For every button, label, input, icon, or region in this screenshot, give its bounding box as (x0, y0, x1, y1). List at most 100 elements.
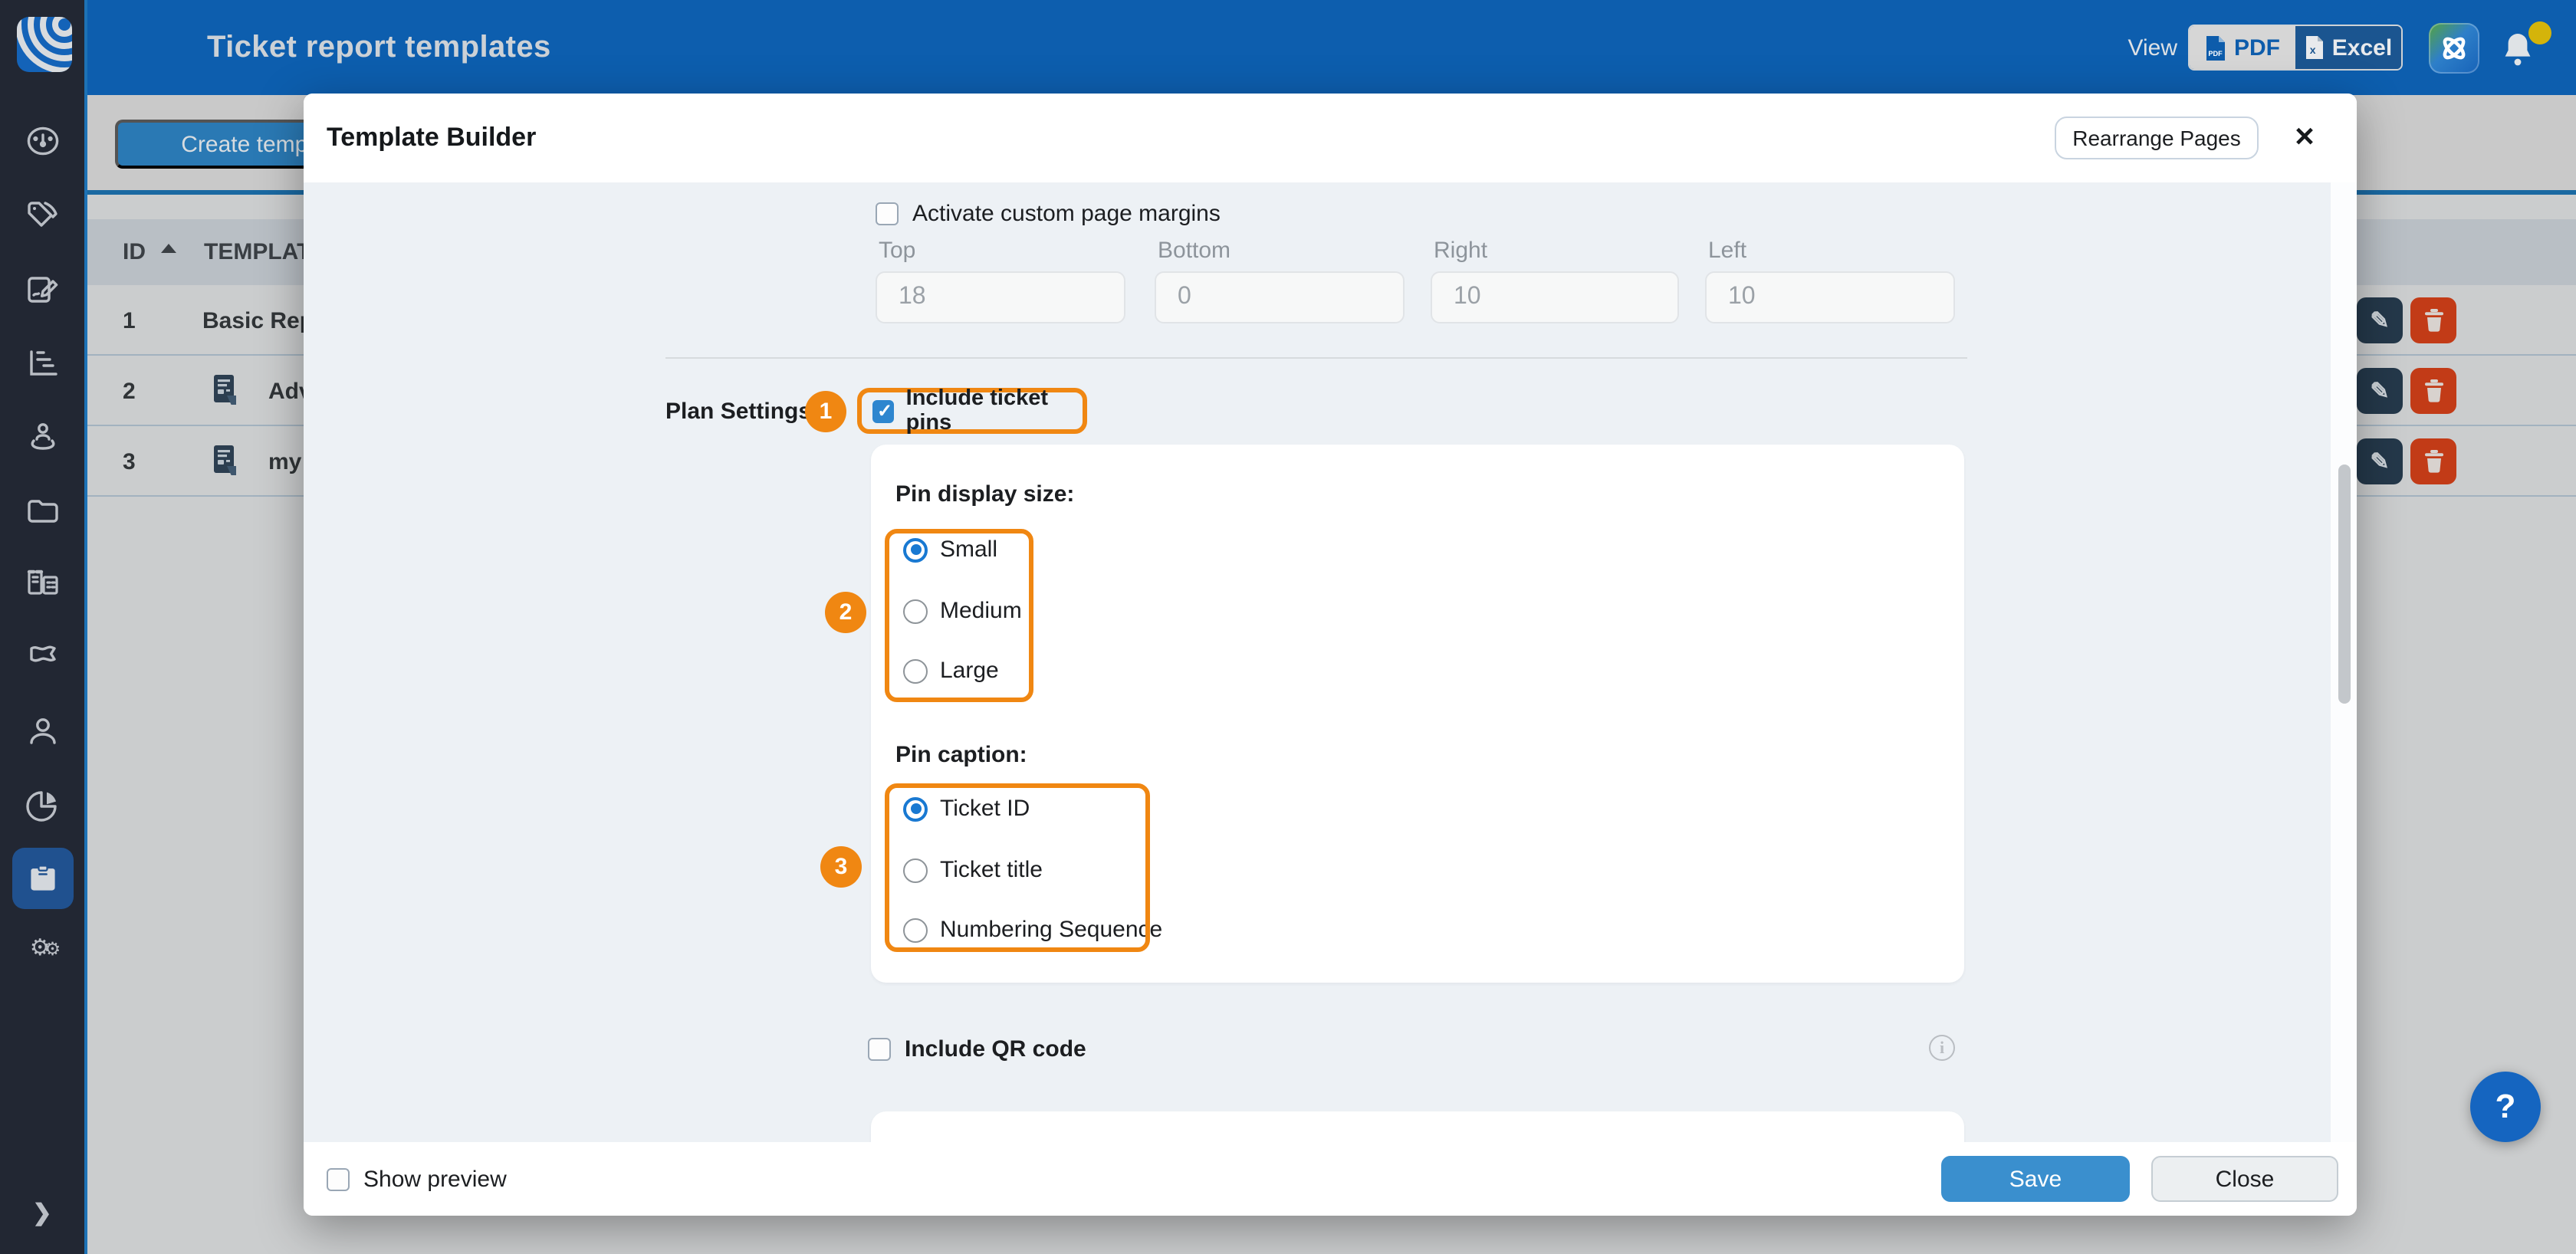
template-doc-icon (213, 445, 238, 477)
sidebar-item-tickets[interactable] (0, 264, 84, 316)
col-header-id[interactable]: ID (123, 239, 146, 265)
modal-title: Template Builder (327, 123, 536, 153)
show-preview-checkbox[interactable] (327, 1168, 350, 1191)
sidebar-item-settings[interactable]: ⚙⚙ (0, 921, 84, 973)
screen: Create template ID TEMPLATE 1 Basic Repo… (0, 0, 2576, 1254)
modal-close-button[interactable]: ✕ (2285, 118, 2325, 158)
custom-margins-row: Activate custom page margins (876, 201, 1221, 227)
ticket-edit-icon (24, 271, 61, 308)
margin-bottom-label: Bottom (1158, 238, 1230, 264)
sidebar-expand-button[interactable]: ❯ (0, 1187, 84, 1239)
sidebar: ⚙⚙ ❯ (0, 0, 87, 1254)
modal-body: Activate custom page margins Top Bottom … (304, 182, 2357, 1142)
connect-logo-icon (2438, 32, 2470, 64)
chevron-right-icon: ❯ (32, 1199, 51, 1226)
trash-icon (2422, 379, 2445, 403)
trash-icon (2422, 449, 2445, 474)
edit-button[interactable]: ✎ (2357, 368, 2403, 414)
plan-settings-label: Plan Settings (665, 399, 811, 425)
user-icon (24, 713, 61, 750)
delete-button[interactable] (2410, 297, 2456, 343)
excel-file-icon: x (2305, 35, 2325, 60)
sidebar-item-company[interactable] (0, 556, 84, 609)
sidebar-item-projects[interactable] (0, 484, 84, 537)
edit-button[interactable]: ✎ (2357, 438, 2403, 484)
excel-label: Excel (2332, 34, 2392, 61)
pencil-icon: ✎ (2370, 307, 2389, 334)
view-mode-toggle: PDF PDF x Excel (2188, 25, 2403, 71)
include-qr-row: Include QR code (868, 1036, 1086, 1062)
pin-size-highlight (885, 529, 1033, 702)
margin-left-label: Left (1708, 238, 1746, 264)
sort-asc-icon[interactable] (161, 244, 176, 253)
save-button[interactable]: Save (1941, 1156, 2130, 1202)
notifications-button[interactable] (2496, 23, 2548, 75)
company-icon (24, 564, 61, 601)
show-preview-row: Show preview (327, 1167, 507, 1193)
include-ticket-pins-label: Include ticket pins (906, 386, 1083, 435)
question-mark-icon: ? (2496, 1087, 2516, 1127)
gauge-icon (24, 123, 61, 159)
sidebar-item-users[interactable] (0, 705, 84, 757)
modal-scrollbar-thumb[interactable] (2338, 465, 2351, 704)
person-pin-icon (24, 419, 61, 455)
info-icon[interactable]: i (1929, 1035, 1955, 1061)
qr-settings-card: Choose printing location (871, 1111, 1964, 1142)
include-qr-checkbox[interactable] (868, 1038, 891, 1061)
margin-right-input[interactable] (1431, 271, 1679, 323)
excel-toggle-button[interactable]: x Excel (2295, 26, 2401, 69)
edit-button[interactable]: ✎ (2357, 297, 2403, 343)
flag-icon (24, 639, 61, 676)
app-logo[interactable] (17, 17, 72, 72)
svg-text:x: x (2310, 44, 2316, 56)
chart-icon (24, 345, 61, 382)
top-bar: Ticket report templates View PDF PDF x E… (87, 0, 2576, 95)
close-button[interactable]: Close (2151, 1156, 2338, 1202)
gears-icon: ⚙⚙ (30, 934, 54, 961)
pencil-icon: ✎ (2370, 377, 2389, 405)
annotation-2: 2 (825, 592, 866, 633)
template-builder-modal: Template Builder Rearrange Pages ✕ Activ… (304, 94, 2357, 1216)
sidebar-item-reports[interactable] (0, 779, 84, 831)
sidebar-item-flags[interactable] (0, 632, 84, 684)
row-id: 2 (123, 379, 136, 405)
delete-button[interactable] (2410, 368, 2456, 414)
margin-bottom-input[interactable] (1155, 271, 1405, 323)
sidebar-item-tags[interactable] (0, 189, 84, 241)
tags-icon (24, 196, 61, 233)
sidebar-item-dashboard[interactable] (0, 115, 84, 167)
pdf-toggle-button[interactable]: PDF PDF (2190, 26, 2295, 69)
folder-icon (24, 492, 61, 529)
pin-caption-highlight (885, 783, 1150, 952)
margin-left-input[interactable] (1705, 271, 1955, 323)
template-doc-icon (213, 374, 238, 406)
row-id: 1 (123, 308, 136, 334)
sidebar-item-site-plans[interactable] (0, 411, 84, 463)
notification-badge (2528, 21, 2551, 44)
modal-footer: Show preview Save Close (304, 1142, 2357, 1216)
margin-top-label: Top (879, 238, 915, 264)
view-label: View (2128, 35, 2178, 61)
page-title: Ticket report templates (207, 31, 551, 66)
section-divider (665, 357, 1967, 359)
include-ticket-pins-checkbox[interactable] (872, 399, 894, 422)
pin-caption-label: Pin caption: (895, 742, 1027, 768)
show-preview-label: Show preview (363, 1167, 507, 1193)
custom-margins-checkbox[interactable] (876, 202, 899, 225)
delete-button[interactable] (2410, 438, 2456, 484)
row-id: 3 (123, 449, 136, 475)
margin-right-label: Right (1434, 238, 1487, 264)
include-pins-highlight: Include ticket pins (857, 388, 1087, 434)
help-button[interactable]: ? (2470, 1072, 2541, 1142)
marketplace-button[interactable] (2429, 23, 2479, 74)
include-qr-label: Include QR code (905, 1036, 1086, 1062)
sidebar-item-statistics[interactable] (0, 337, 84, 389)
trash-icon (2422, 308, 2445, 333)
margin-top-input[interactable] (876, 271, 1125, 323)
sidebar-item-report-templates[interactable] (12, 848, 74, 909)
svg-text:PDF: PDF (2208, 49, 2223, 57)
app-logo-icon (17, 17, 72, 72)
rearrange-pages-button[interactable]: Rearrange Pages (2055, 117, 2259, 159)
pdf-label: PDF (2234, 34, 2280, 61)
pie-chart-icon (24, 786, 61, 823)
